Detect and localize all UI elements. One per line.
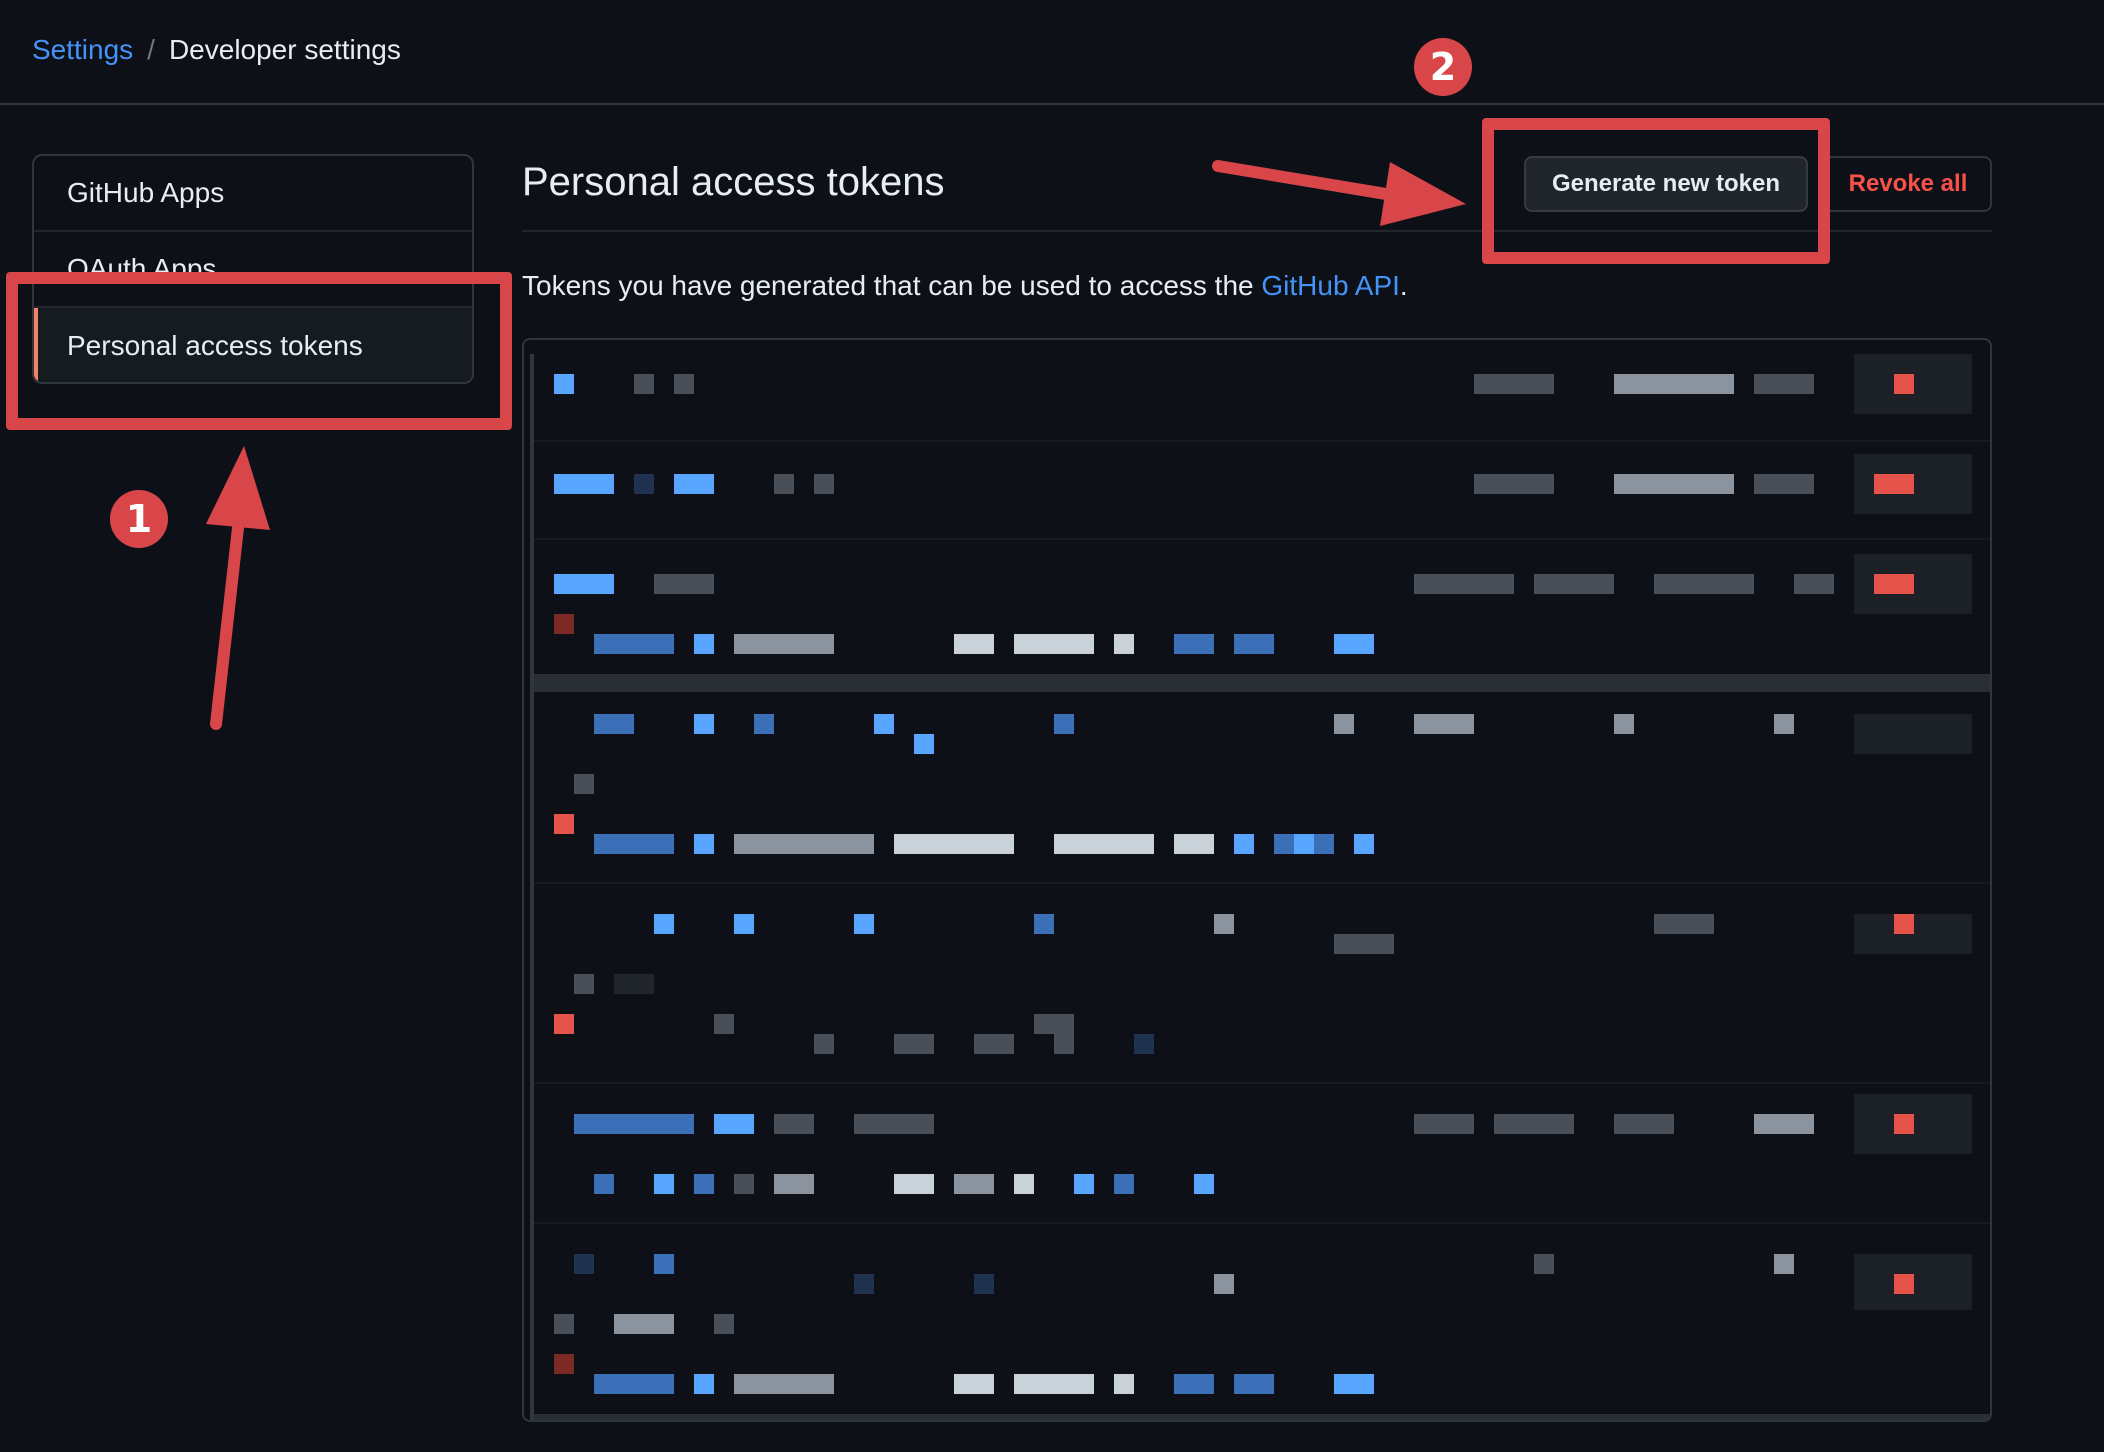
annotation-arrow-1 <box>206 446 270 730</box>
annotation-arrows <box>206 160 1466 730</box>
annotation-arrow-2 <box>1212 160 1466 226</box>
